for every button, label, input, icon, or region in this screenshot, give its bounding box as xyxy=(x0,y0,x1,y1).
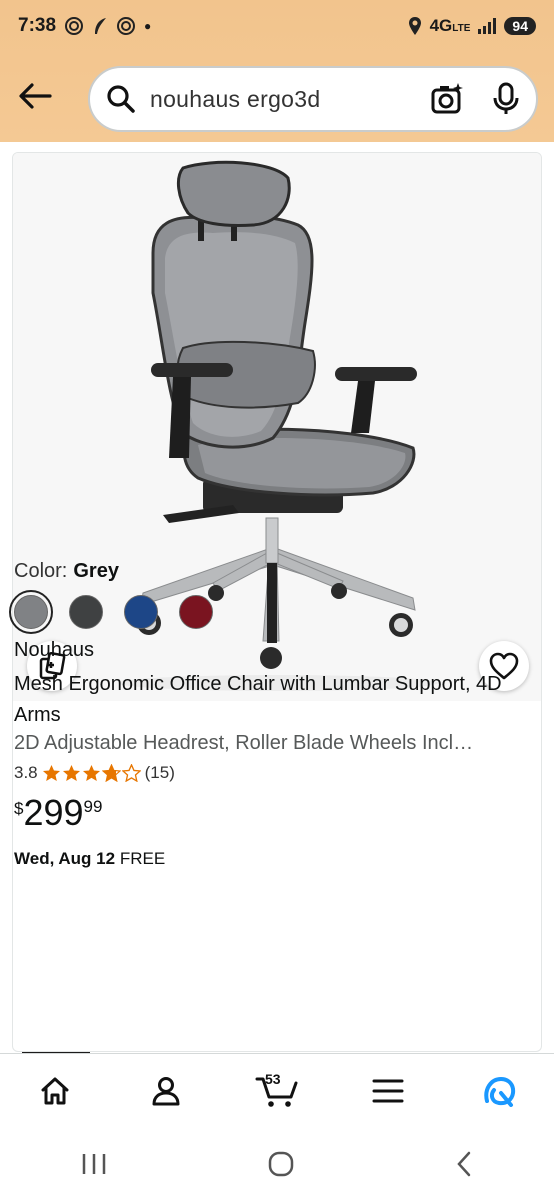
feather-icon xyxy=(95,18,107,34)
delivery-note: FREE xyxy=(119,849,166,868)
fingerprint-icon xyxy=(117,17,136,35)
search-bar[interactable]: nouhaus ergo3d xyxy=(88,66,538,132)
signal-icon xyxy=(478,18,497,34)
app-header: 7:38 ● 4GLTE 94 nouhaus ergo3d xyxy=(0,0,554,142)
recent-apps-icon[interactable] xyxy=(80,1151,108,1177)
rating-value: 3.8 xyxy=(14,763,38,782)
location-pin-icon xyxy=(408,17,421,35)
price-whole: 299 xyxy=(23,792,84,833)
review-count: (15) xyxy=(144,763,175,782)
nav-account[interactable] xyxy=(136,1061,196,1121)
swatch-navy-blue[interactable] xyxy=(124,595,158,629)
nav-menu[interactable] xyxy=(358,1061,418,1121)
nav-cart[interactable]: 53 xyxy=(247,1061,307,1121)
price-symbol: $ xyxy=(14,799,24,818)
color-swatches xyxy=(9,590,519,634)
delivery-date: Wed, Aug 12 xyxy=(14,849,116,868)
status-bar: 7:38 ● 4GLTE 94 xyxy=(0,0,554,52)
home-icon xyxy=(41,1077,69,1104)
product-info: Color: Grey Nouhaus Mesh Ergonomic Office… xyxy=(9,560,519,869)
search-icon[interactable] xyxy=(106,84,136,114)
star-partial-icon xyxy=(101,764,121,782)
back-nav-icon[interactable] xyxy=(454,1150,474,1178)
star-empty-icon xyxy=(121,764,141,782)
star-full-icon xyxy=(82,764,100,782)
swatch-burgundy[interactable] xyxy=(179,595,213,629)
swatch-dark-grey[interactable] xyxy=(69,595,103,629)
product-title[interactable]: Mesh Ergonomic Office Chair with Lumbar … xyxy=(14,669,519,731)
camera-search-icon[interactable] xyxy=(430,82,464,116)
home-button-icon[interactable] xyxy=(267,1150,295,1178)
notification-dot-icon: ● xyxy=(144,19,152,33)
delivery-info: Wed, Aug 12 FREE xyxy=(14,849,519,869)
search-input[interactable]: nouhaus ergo3d xyxy=(150,86,430,113)
color-value: Grey xyxy=(73,560,119,582)
price-fraction: 99 xyxy=(83,797,103,816)
star-full-icon xyxy=(42,764,60,782)
arrow-left-icon xyxy=(19,83,52,109)
microphone-icon[interactable] xyxy=(492,82,520,116)
star-full-icon xyxy=(62,764,80,782)
bottom-navigation: 53 xyxy=(0,1053,554,1127)
product-price: $ 299 99 xyxy=(14,793,519,833)
nav-alexa[interactable] xyxy=(469,1061,529,1121)
product-brand[interactable]: Nouhaus xyxy=(14,639,519,662)
star-rating xyxy=(42,764,141,782)
battery-indicator: 94 xyxy=(504,17,536,35)
network-type: 4GLTE xyxy=(429,16,471,35)
hamburger-menu-icon xyxy=(372,1079,404,1102)
nav-home[interactable] xyxy=(25,1061,85,1121)
fingerprint-icon xyxy=(65,17,84,35)
system-navigation-bar xyxy=(0,1127,554,1200)
color-label: Color: xyxy=(14,560,68,582)
back-button[interactable] xyxy=(16,78,54,114)
user-icon xyxy=(152,1076,180,1105)
alexa-icon xyxy=(483,1076,515,1107)
swatch-grey[interactable] xyxy=(9,590,53,634)
status-time: 7:38 xyxy=(18,15,57,36)
color-selection: Color: Grey xyxy=(14,560,519,583)
product-subtitle[interactable]: 2D Adjustable Headrest, Roller Blade Whe… xyxy=(14,732,519,755)
rating-row[interactable]: 3.8 (15) xyxy=(14,763,519,783)
cart-count-badge: 53 xyxy=(264,1070,281,1087)
